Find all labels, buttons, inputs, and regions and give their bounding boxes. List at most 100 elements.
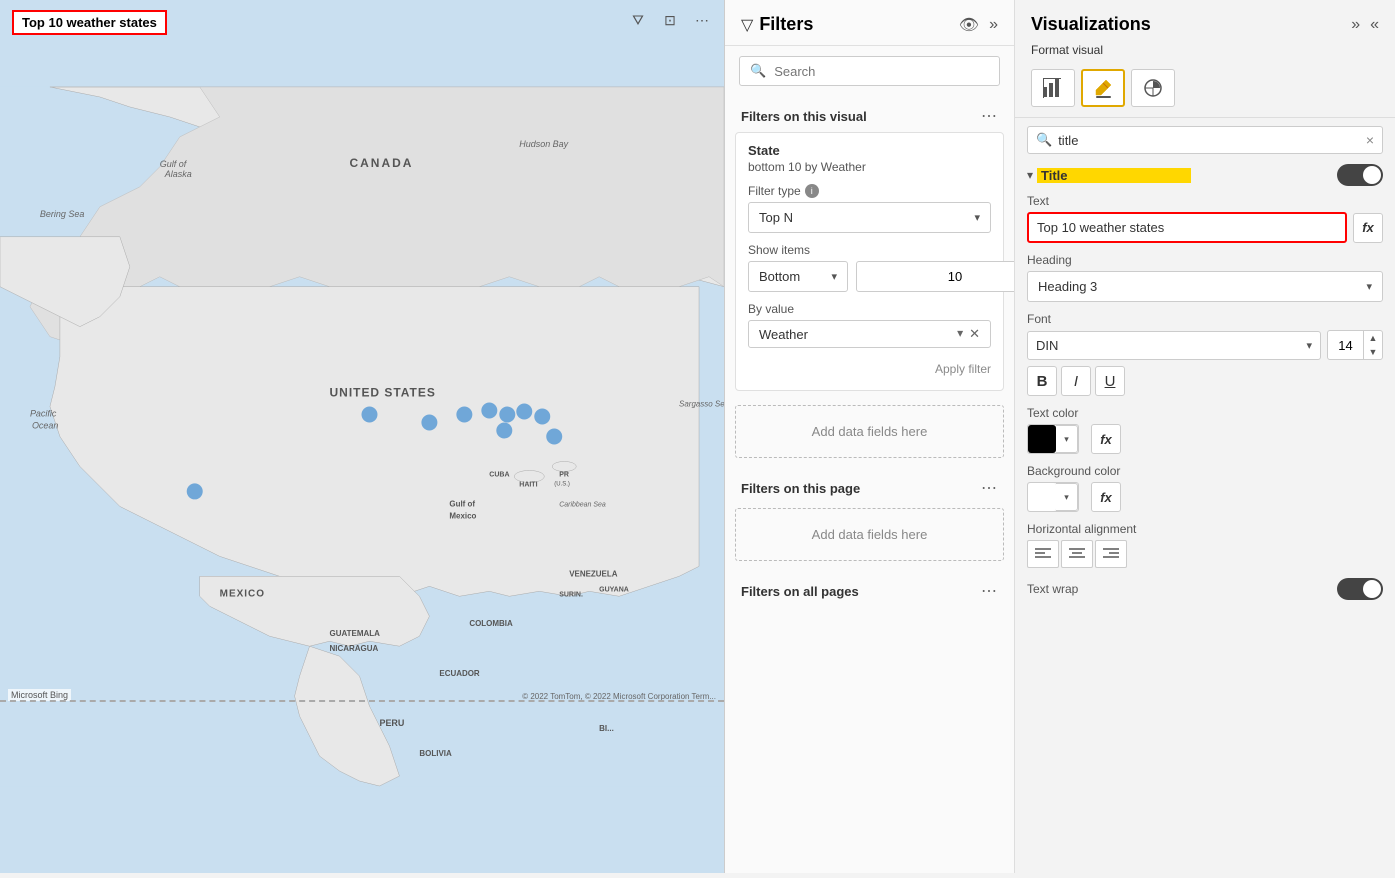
heading-field-label: Heading bbox=[1027, 253, 1383, 267]
svg-text:Sargasso Sea: Sargasso Sea bbox=[679, 400, 724, 409]
title-toggle[interactable]: On bbox=[1337, 164, 1383, 186]
align-right-button[interactable] bbox=[1095, 540, 1127, 568]
bg-color-row: Background color ▾ fx bbox=[1027, 464, 1383, 512]
map-title: Top 10 weather states bbox=[12, 10, 167, 35]
h-align-label: Horizontal alignment bbox=[1027, 522, 1383, 536]
svg-text:GUYANA: GUYANA bbox=[599, 586, 629, 593]
text-color-swatch[interactable] bbox=[1028, 425, 1056, 453]
viz-search-box[interactable]: 🔍 × bbox=[1027, 126, 1383, 154]
focus-icon[interactable]: ⊡ bbox=[658, 8, 682, 32]
text-wrap-row: Text wrap On bbox=[1027, 578, 1383, 600]
align-center-button[interactable] bbox=[1061, 540, 1093, 568]
filter-type-chevron: ▾ bbox=[974, 211, 980, 224]
title-section-name: Title bbox=[1037, 168, 1191, 183]
bg-color-dropdown[interactable]: ▾ bbox=[1056, 483, 1078, 511]
font-value: DIN bbox=[1036, 338, 1058, 353]
italic-button[interactable]: I bbox=[1061, 366, 1091, 396]
filter-search-input[interactable] bbox=[774, 64, 989, 79]
chevron-right-icon[interactable]: » bbox=[989, 16, 998, 34]
viz-expand-icon[interactable]: » bbox=[1351, 16, 1360, 34]
viz-search-input[interactable] bbox=[1058, 133, 1360, 148]
by-value-row: Weather ▾ ✕ bbox=[748, 320, 991, 348]
align-left-button[interactable] bbox=[1027, 540, 1059, 568]
show-items-count[interactable] bbox=[856, 261, 1015, 292]
text-color-dropdown[interactable]: ▾ bbox=[1056, 425, 1078, 453]
tab-build-visual[interactable] bbox=[1031, 69, 1075, 107]
state-filter-subtitle: bottom 10 by Weather bbox=[748, 160, 991, 174]
filters-all-pages-label: Filters on all pages bbox=[741, 584, 859, 599]
bg-color-swatch[interactable] bbox=[1028, 483, 1056, 511]
state-filter-title: State bbox=[748, 143, 991, 158]
fx-button[interactable]: fx bbox=[1353, 213, 1383, 243]
viz-header: Visualizations » « bbox=[1015, 0, 1395, 43]
font-chevron: ▾ bbox=[1306, 339, 1312, 352]
show-items-direction-dropdown[interactable]: Bottom ▾ bbox=[748, 261, 848, 292]
align-buttons bbox=[1027, 540, 1383, 568]
text-color-row-inner: ▾ fx bbox=[1027, 424, 1383, 454]
text-field-row: Text fx bbox=[1027, 194, 1383, 243]
svg-text:CANADA: CANADA bbox=[350, 156, 414, 170]
format-visual-icon bbox=[1092, 77, 1114, 99]
by-value-icons: ▾ ✕ bbox=[957, 326, 980, 342]
font-size-arrows: ▲ ▼ bbox=[1363, 331, 1382, 359]
font-size-box: 14 ▲ ▼ bbox=[1327, 330, 1383, 360]
search-icon: 🔍 bbox=[750, 63, 766, 79]
svg-text:GUATEMALA: GUATEMALA bbox=[330, 629, 381, 638]
filters-on-visual-more[interactable]: ⋯ bbox=[981, 106, 998, 126]
font-size-down[interactable]: ▼ bbox=[1364, 345, 1382, 359]
filter-type-info-icon: i bbox=[805, 184, 819, 198]
more-options-icon[interactable]: ⋯ bbox=[690, 8, 714, 32]
eye-icon[interactable]: 👁 bbox=[959, 15, 979, 35]
filters-on-visual-label: Filters on this visual bbox=[741, 109, 867, 124]
viz-search-clear[interactable]: × bbox=[1366, 132, 1374, 148]
filter-search-box[interactable]: 🔍 bbox=[739, 56, 1000, 86]
filter-type-dropdown[interactable]: Top N ▾ bbox=[748, 202, 991, 233]
bg-color-fx[interactable]: fx bbox=[1091, 482, 1121, 512]
svg-text:BI...: BI... bbox=[599, 724, 614, 733]
title-section: ▾ Title On Text fx Heading Heading 3 ▾ bbox=[1015, 164, 1395, 610]
text-input[interactable] bbox=[1027, 212, 1347, 243]
map-resize-handle[interactable] bbox=[0, 700, 724, 708]
font-size-up[interactable]: ▲ bbox=[1364, 331, 1382, 345]
svg-text:ECUADOR: ECUADOR bbox=[439, 669, 480, 678]
text-color-fx[interactable]: fx bbox=[1091, 424, 1121, 454]
tab-format-visual[interactable] bbox=[1081, 69, 1125, 107]
analytics-icon bbox=[1142, 77, 1164, 99]
h-align-row: Horizontal alignment bbox=[1027, 522, 1383, 568]
svg-text:(U.S.): (U.S.) bbox=[554, 481, 570, 487]
title-section-chevron[interactable]: ▾ bbox=[1027, 168, 1033, 182]
bg-color-row-inner: ▾ fx bbox=[1027, 482, 1383, 512]
svg-text:COLOMBIA: COLOMBIA bbox=[469, 619, 513, 628]
apply-filter-button[interactable]: Apply filter bbox=[748, 358, 991, 380]
filters-on-visual-header: Filters on this visual ⋯ bbox=[725, 96, 1014, 132]
add-data-fields-page[interactable]: Add data fields here bbox=[735, 508, 1004, 561]
title-section-header: ▾ Title On bbox=[1027, 164, 1383, 186]
tab-analytics[interactable] bbox=[1131, 69, 1175, 107]
font-size-value[interactable]: 14 bbox=[1328, 334, 1363, 357]
filters-on-page-more[interactable]: ⋯ bbox=[981, 478, 998, 498]
font-dropdown[interactable]: DIN ▾ bbox=[1027, 331, 1321, 360]
by-value-clear[interactable]: ✕ bbox=[969, 326, 980, 342]
filter-icon[interactable]: ⛛ bbox=[626, 8, 650, 32]
svg-text:Ocean: Ocean bbox=[32, 421, 58, 431]
svg-text:VENEZUELA: VENEZUELA bbox=[569, 569, 618, 578]
underline-button[interactable]: U bbox=[1095, 366, 1125, 396]
viz-panel-title: Visualizations bbox=[1031, 14, 1351, 35]
svg-text:PERU: PERU bbox=[379, 718, 404, 728]
visualizations-panel: Visualizations » « Format visual bbox=[1015, 0, 1395, 873]
viz-collapse-icon[interactable]: « bbox=[1370, 16, 1379, 34]
font-row: DIN ▾ 14 ▲ ▼ bbox=[1027, 330, 1383, 360]
svg-text:HAITI: HAITI bbox=[519, 481, 537, 488]
format-visual-label: Format visual bbox=[1015, 43, 1395, 65]
svg-text:PR: PR bbox=[559, 471, 569, 478]
svg-text:Gulf of: Gulf of bbox=[449, 499, 475, 508]
by-value-chevron[interactable]: ▾ bbox=[957, 326, 963, 342]
bold-button[interactable]: B bbox=[1027, 366, 1057, 396]
toggle-circle bbox=[1363, 166, 1381, 184]
heading-dropdown[interactable]: Heading 3 ▾ bbox=[1027, 271, 1383, 302]
svg-text:Mexico: Mexico bbox=[449, 511, 476, 520]
filters-all-pages-more[interactable]: ⋯ bbox=[981, 581, 998, 601]
by-value-field: Weather bbox=[759, 327, 957, 342]
add-data-fields-visual[interactable]: Add data fields here bbox=[735, 405, 1004, 458]
text-wrap-toggle[interactable]: On bbox=[1337, 578, 1383, 600]
